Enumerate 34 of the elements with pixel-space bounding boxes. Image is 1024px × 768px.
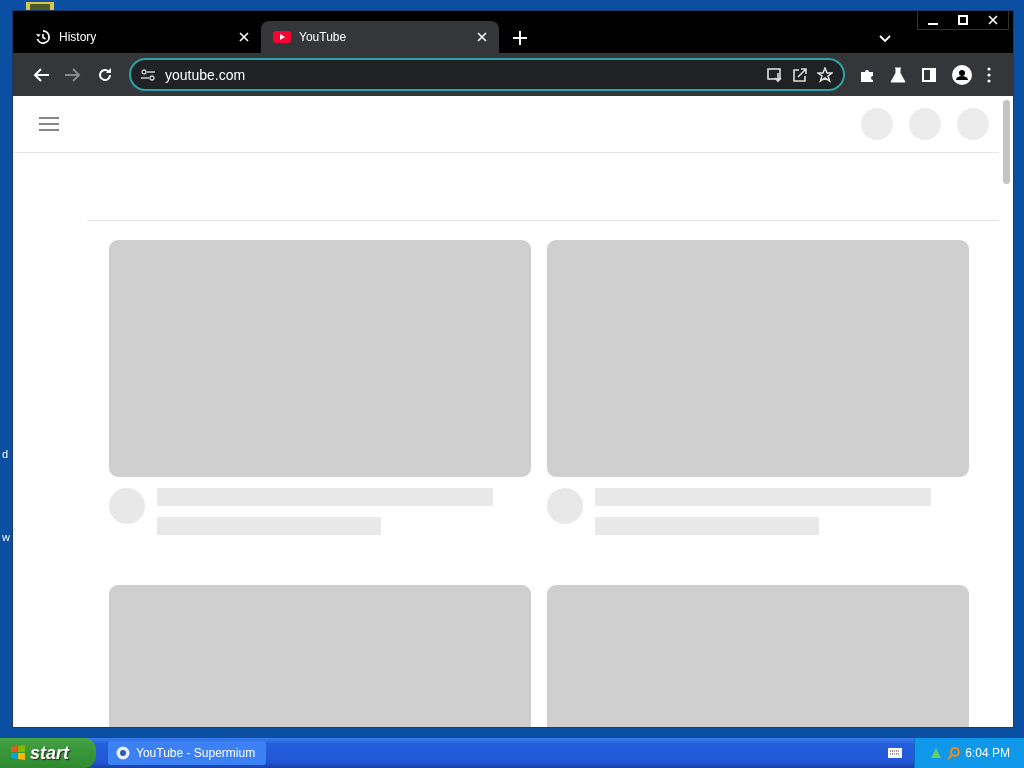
reload-icon — [97, 66, 113, 83]
taskbar-button[interactable]: YouTube - Supermium — [108, 741, 266, 765]
menu-icon — [39, 117, 59, 131]
close-icon — [988, 15, 998, 25]
browser-tab[interactable]: YouTube — [261, 21, 499, 53]
browser-icon — [116, 746, 130, 760]
chevron-down-icon — [879, 35, 891, 43]
profile-icon — [952, 64, 972, 85]
clock: 6:04 PM — [965, 746, 1010, 760]
windows-logo-icon — [10, 745, 26, 761]
flask-icon — [890, 66, 906, 83]
search-icon — [947, 746, 961, 760]
keyboard-icon — [888, 748, 902, 758]
side-panel-icon — [921, 66, 937, 83]
plus-icon — [513, 31, 527, 45]
address-bar[interactable]: youtube.com — [129, 58, 845, 91]
youtube-logo-icon — [273, 30, 291, 44]
desktop-icon-label[interactable]: d — [2, 448, 9, 460]
desktop-icon-label[interactable]: w — [2, 531, 10, 543]
star-icon — [817, 66, 833, 83]
forward-arrow-icon — [65, 67, 81, 82]
close-icon — [477, 32, 487, 42]
start-button[interactable]: start — [0, 738, 96, 768]
maximize-icon — [958, 15, 968, 25]
more-menu-icon — [987, 66, 991, 83]
close-icon — [239, 32, 249, 42]
minimize-icon — [928, 23, 938, 25]
browser-tab[interactable]: History — [23, 21, 261, 53]
history-icon — [35, 29, 51, 45]
back-arrow-icon — [33, 67, 49, 82]
site-settings-icon — [141, 68, 155, 81]
share-icon — [792, 66, 808, 83]
network-icon — [929, 746, 943, 760]
install-app-icon — [767, 66, 783, 83]
